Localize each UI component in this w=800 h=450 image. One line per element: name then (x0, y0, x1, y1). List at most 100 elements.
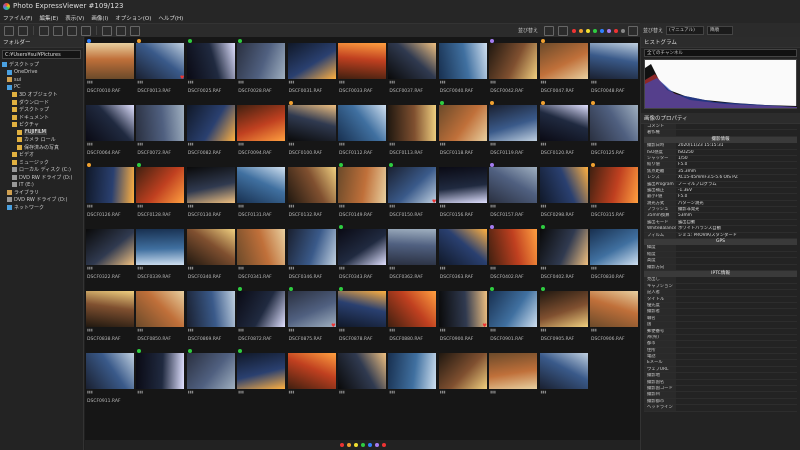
thumbnail-item[interactable]: ▮▮▮ (539, 349, 588, 411)
thumbnail-item[interactable]: ▮▮▮ DSCF0128.RAF (136, 163, 185, 225)
photo-thumbnail[interactable] (186, 353, 235, 389)
photo-thumbnail[interactable] (287, 291, 336, 327)
property-value[interactable] (676, 277, 678, 282)
grid-view-icon[interactable] (4, 25, 14, 36)
thumbnail-item[interactable]: ▮▮▮ DSCF0131.RAF (237, 163, 286, 225)
photo-thumbnail[interactable] (338, 353, 386, 389)
tree-item[interactable]: DVD RW ドライブ (D:) (0, 174, 83, 182)
tree-item[interactable]: PC (0, 84, 83, 92)
property-value[interactable] (676, 348, 678, 353)
property-value[interactable]: -1.3EV (676, 188, 692, 193)
thumbnail-item[interactable]: ▮▮▮ DSCF0346.RAF (287, 225, 336, 287)
thumbnail-item[interactable]: ▮▮▮ DSCF0028.RAF (237, 39, 286, 101)
property-value[interactable]: ISO250 (676, 150, 694, 155)
thumbnail-item[interactable]: ▮▮▮ DSCF0315.RAF (590, 163, 638, 225)
photo-thumbnail[interactable] (186, 291, 235, 327)
tree-item[interactable]: IT (E:) (0, 181, 83, 189)
red-label-icon[interactable] (339, 443, 344, 447)
property-value[interactable]: F5.0 (676, 162, 687, 167)
photo-thumbnail[interactable] (287, 167, 336, 203)
photo-thumbnail[interactable] (539, 291, 588, 327)
thumbnail-item[interactable]: ▮▮▮ (489, 349, 538, 411)
property-value[interactable] (676, 367, 678, 372)
thumbnail-item[interactable]: ▮▮▮ DSCF0340.RAF (186, 225, 235, 287)
photo-thumbnail[interactable] (338, 167, 386, 203)
thumbnail-item[interactable]: ▮▮▮ DSCF0082.RAF (186, 101, 235, 163)
property-value[interactable] (676, 354, 678, 359)
photo-thumbnail[interactable] (186, 229, 235, 265)
property-value[interactable] (676, 329, 678, 334)
tree-item[interactable]: デスクトップ (0, 61, 83, 69)
menu-edit[interactable]: 編集(E) (39, 14, 58, 22)
property-value[interactable]: F5.0 (676, 194, 687, 199)
photo-thumbnail[interactable] (489, 353, 538, 389)
purple-label-icon[interactable] (606, 28, 611, 33)
thumbnail-item[interactable]: ▮▮▮ DSCF0402.RAF (489, 225, 538, 287)
photo-thumbnail[interactable] (438, 229, 487, 265)
photo-thumbnail[interactable] (438, 105, 487, 141)
property-value[interactable] (676, 405, 678, 410)
tree-item[interactable]: ダウンロード (0, 99, 83, 107)
property-value[interactable] (676, 386, 678, 391)
property-value[interactable]: 35.3mm (676, 169, 696, 174)
thumbnail-item[interactable]: ▮▮▮ (438, 349, 487, 411)
tree-item[interactable]: 3D オブジェクト (0, 91, 83, 99)
photo-thumbnail[interactable] (237, 43, 286, 79)
property-value[interactable] (676, 303, 678, 308)
thumbnail-item[interactable]: ▮▮▮ DSCF0343.RAF (338, 225, 386, 287)
property-value[interactable] (676, 373, 678, 378)
photo-thumbnail[interactable] (539, 353, 588, 389)
property-value[interactable] (676, 297, 678, 302)
photo-thumbnail[interactable] (590, 167, 638, 203)
thumbnail-item[interactable]: ▮▮▮ DSCF0132.RAF (287, 163, 336, 225)
thumbnail-item[interactable]: ▮▮▮ DSCF0125.RAF (590, 101, 638, 163)
photo-thumbnail[interactable] (86, 291, 134, 327)
thumbnail-item[interactable]: ♥ ▮▮▮ DSCF0875.RAF (287, 287, 336, 349)
property-value[interactable]: シミュ: PROVIA/スタンダード (676, 233, 737, 238)
photo-thumbnail[interactable] (539, 229, 588, 265)
photo-thumbnail[interactable] (186, 105, 235, 141)
thumbnail-item[interactable]: ▮▮▮ DSCF0322.RAF (86, 225, 134, 287)
property-value[interactable]: 2020/11/23 15:15:31 (676, 143, 723, 148)
property-value[interactable]: 1/50 (676, 156, 688, 161)
thumbnail-item[interactable]: ▮▮▮ DSCF0880.RAF (388, 287, 437, 349)
photo-thumbnail[interactable] (338, 291, 386, 327)
photo-thumbnail[interactable] (590, 229, 638, 265)
thumbnail-item[interactable]: ▮▮▮ DSCF0298.RAF (539, 163, 588, 225)
photo-thumbnail[interactable] (136, 167, 185, 203)
photo-thumbnail[interactable] (136, 353, 185, 389)
photo-thumbnail[interactable] (287, 105, 336, 141)
photo-thumbnail[interactable] (136, 229, 185, 265)
photo-thumbnail[interactable] (237, 353, 286, 389)
thumbnail-item[interactable]: ▮▮▮ (136, 349, 185, 411)
yellow-label-icon[interactable] (353, 443, 358, 447)
tree-item[interactable]: DVD RW ドライブ (D:) (0, 196, 83, 204)
photo-thumbnail[interactable] (338, 105, 386, 141)
photo-thumbnail[interactable] (86, 167, 134, 203)
tree-item[interactable]: ドキュメント (0, 114, 83, 122)
thumbnail-item[interactable]: ▮▮▮ DSCF0130.RAF (186, 163, 235, 225)
orange-label-icon[interactable] (346, 443, 351, 447)
thumbnail-item[interactable]: ▮▮▮ DSCF0157.RAF (489, 163, 538, 225)
property-value[interactable] (676, 124, 678, 129)
tree-item[interactable]: FUJIFILM (0, 129, 83, 137)
thumbnail-item[interactable]: ▮▮▮ DSCF0906.RAF (590, 287, 638, 349)
thumbnail-item[interactable]: ▮▮▮ DSCF0363.RAF (438, 225, 487, 287)
rotate-left-icon[interactable] (102, 25, 112, 36)
property-value[interactable]: 撮影非発光 (676, 207, 699, 212)
green-label-icon[interactable] (592, 28, 597, 33)
thumbnail-item[interactable]: ▮▮▮ DSCF0838.RAF (86, 287, 134, 349)
menu-image[interactable]: 画像(I) (91, 14, 108, 22)
thumbnail-item[interactable]: ▮▮▮ DSCF0901.RAF (489, 287, 538, 349)
menu-view[interactable]: 表示(V) (65, 14, 84, 22)
photo-thumbnail[interactable] (489, 43, 538, 79)
thumbnail-item[interactable]: ▮▮▮ DSCF0100.RAF (287, 101, 336, 163)
tree-item[interactable]: ミュージック (0, 159, 83, 167)
thumbnail-item[interactable]: ▮▮▮ DSCF0872.RAF (237, 287, 286, 349)
blue-label-icon[interactable] (367, 443, 372, 447)
photo-thumbnail[interactable] (489, 105, 538, 141)
photo-thumbnail[interactable] (590, 43, 638, 79)
thumbnail-item[interactable]: ▮▮▮ DSCF0042.RAF (489, 39, 538, 101)
tree-item[interactable]: ネットワーク (0, 204, 83, 212)
green-label-icon[interactable] (360, 443, 365, 447)
